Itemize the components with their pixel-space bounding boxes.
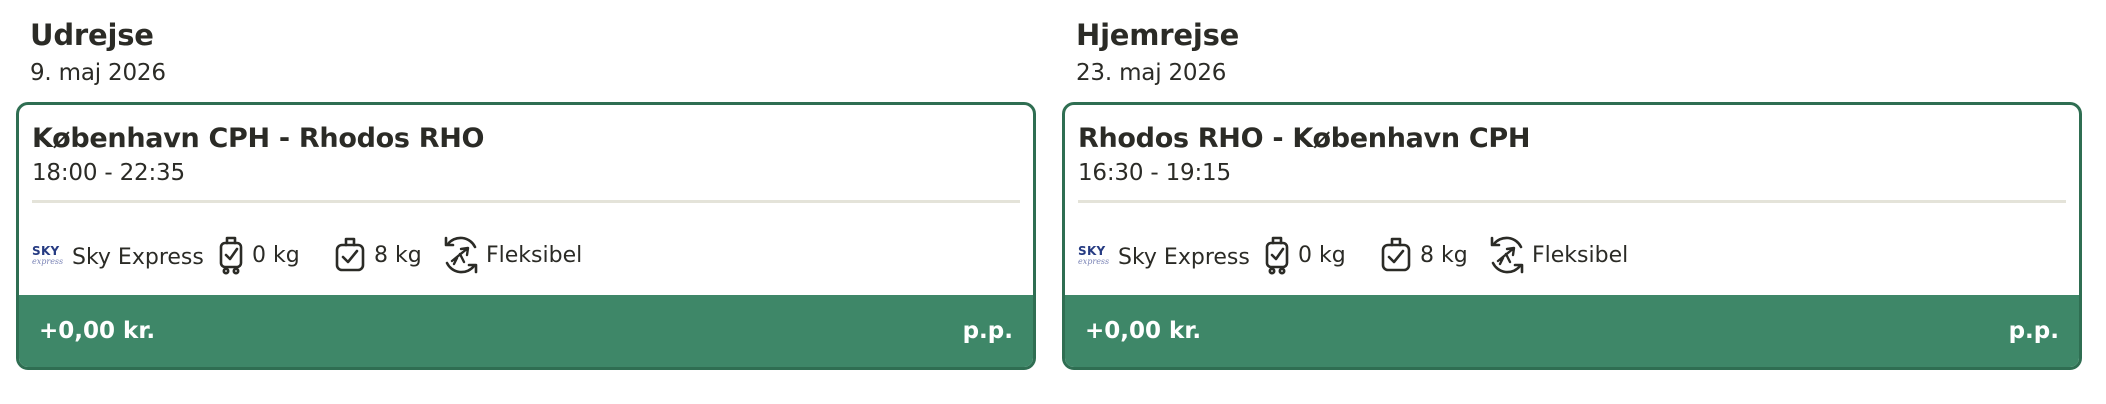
- flexible-flight-icon: [440, 234, 482, 276]
- outbound-checked-luggage: 8 kg: [334, 236, 440, 274]
- airline-name: Sky Express: [1118, 245, 1250, 270]
- return-date: 23. maj 2026: [1076, 60, 1227, 86]
- per-person-label: p.p.: [2008, 318, 2059, 344]
- airline-name: Sky Express: [72, 245, 204, 270]
- airline-logo: SKY express: [1078, 242, 1112, 268]
- flexible-flight-icon: [1486, 234, 1528, 276]
- flight-summary: Udrejse 9. maj 2026 København CPH - Rhod…: [0, 0, 2106, 404]
- return-route: Rhodos RHO - København CPH: [1078, 123, 1531, 154]
- airline-logo-subtext: express: [1078, 256, 1110, 266]
- per-person-label: p.p.: [962, 318, 1013, 344]
- outbound-route: København CPH - Rhodos RHO: [32, 123, 485, 154]
- outbound-heading: Udrejse: [30, 18, 154, 52]
- airline-logo-subtext: express: [32, 256, 64, 266]
- hand-luggage-weight: 0 kg: [252, 242, 300, 268]
- return-hand-luggage: 0 kg: [1264, 235, 1380, 275]
- outbound-flex: Fleksibel: [440, 234, 582, 276]
- checked-luggage-weight: 8 kg: [1420, 242, 1468, 268]
- return-airline: SKY express Sky Express: [1078, 240, 1264, 271]
- return-times: 16:30 - 19:15: [1078, 160, 1231, 186]
- outbound-airline: SKY express Sky Express: [32, 240, 218, 271]
- carry-on-bag-check-icon: [1264, 235, 1290, 275]
- outbound-date: 9. maj 2026: [30, 60, 166, 86]
- outbound-price: +0,00 kr.: [39, 318, 156, 344]
- outbound-price-bar: +0,00 kr. p.p.: [19, 295, 1033, 367]
- return-flex: Fleksibel: [1486, 234, 1628, 276]
- airline-logo-text: SKY: [1078, 243, 1106, 258]
- return-info-row: SKY express Sky Express 0 kg 8 kg Fleksi…: [1078, 230, 2066, 280]
- checked-luggage-weight: 8 kg: [374, 242, 422, 268]
- airline-logo: SKY express: [32, 242, 66, 268]
- outbound-flight-card[interactable]: København CPH - Rhodos RHO 18:00 - 22:35…: [16, 102, 1036, 370]
- return-price: +0,00 kr.: [1085, 318, 1202, 344]
- return-heading: Hjemrejse: [1076, 18, 1240, 52]
- card-divider: [1078, 200, 2066, 203]
- card-divider: [32, 200, 1020, 203]
- return-flight-card[interactable]: Rhodos RHO - København CPH 16:30 - 19:15…: [1062, 102, 2082, 370]
- airline-logo-text: SKY: [32, 243, 60, 258]
- flex-label: Fleksibel: [486, 242, 583, 268]
- outbound-hand-luggage: 0 kg: [218, 235, 334, 275]
- checked-bag-check-icon: [1380, 236, 1412, 274]
- outbound-times: 18:00 - 22:35: [32, 160, 185, 186]
- checked-bag-check-icon: [334, 236, 366, 274]
- outbound-info-row: SKY express Sky Express 0 kg 8 kg Fleksi…: [32, 230, 1020, 280]
- carry-on-bag-check-icon: [218, 235, 244, 275]
- flex-label: Fleksibel: [1532, 242, 1629, 268]
- return-price-bar: +0,00 kr. p.p.: [1065, 295, 2079, 367]
- return-checked-luggage: 8 kg: [1380, 236, 1486, 274]
- hand-luggage-weight: 0 kg: [1298, 242, 1346, 268]
